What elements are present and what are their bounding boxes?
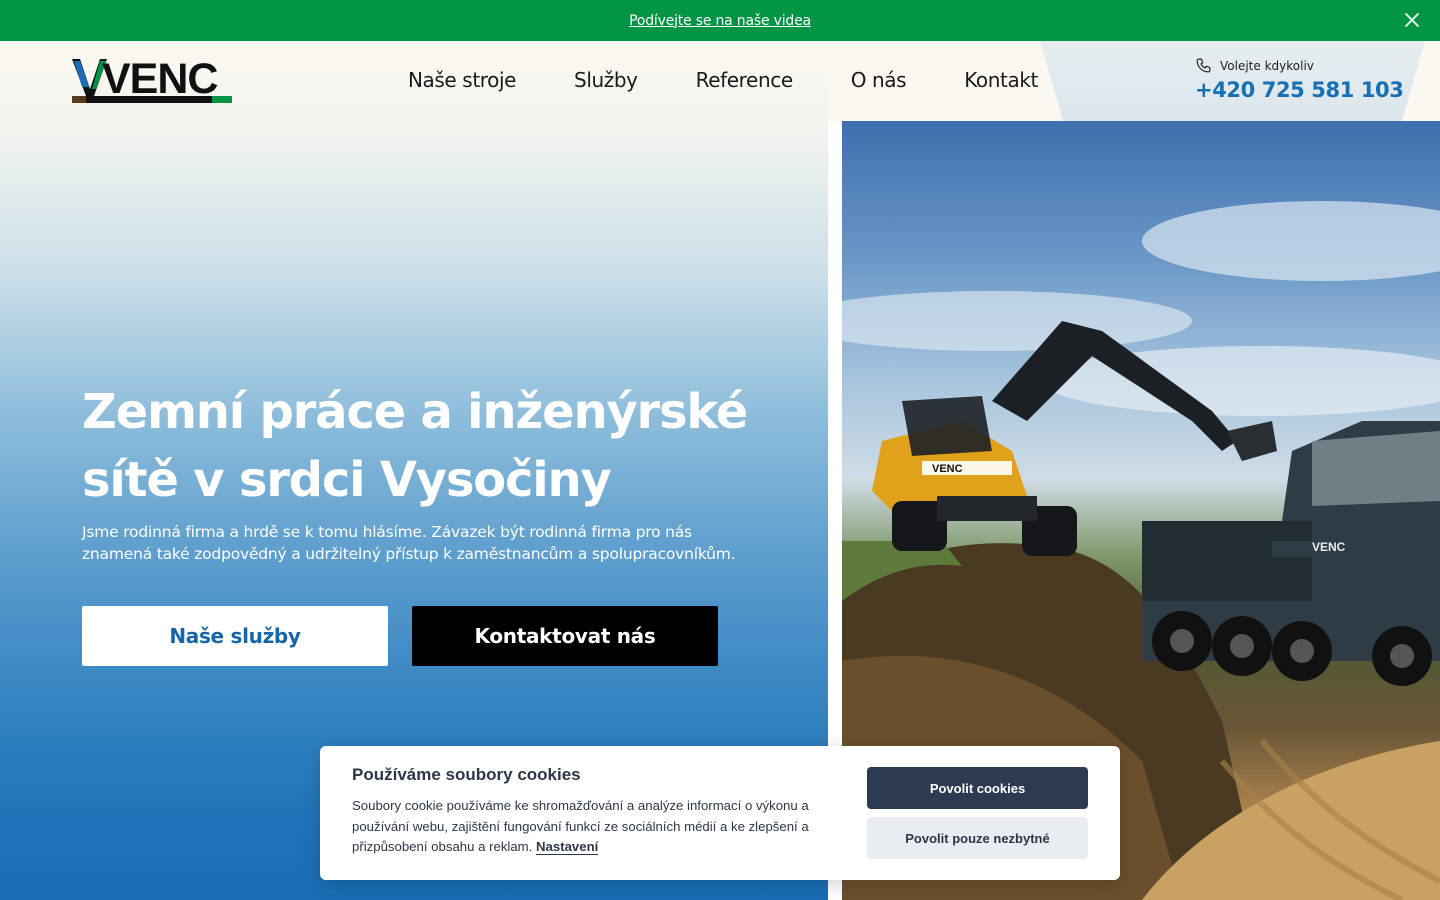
nav-item-services[interactable]: Služby	[574, 68, 638, 92]
phone-number[interactable]: +420 725 581 103	[1195, 78, 1404, 102]
cookie-consent-dialog: Používáme soubory cookies Soubory cookie…	[320, 746, 1120, 880]
phone-label-text: Volejte kdykoliv	[1220, 58, 1314, 73]
videos-link[interactable]: Podívejte se na naše videa	[629, 13, 811, 29]
contact-button[interactable]: Kontaktovat nás	[412, 606, 718, 666]
nav-item-contact[interactable]: Kontakt	[964, 68, 1038, 92]
hero-subtitle: Jsme rodinná firma a hrdě se k tomu hlás…	[82, 523, 736, 563]
nav-item-machines[interactable]: Naše stroje	[408, 68, 516, 92]
cookie-description: Soubory cookie používáme ke shromažďován…	[352, 796, 832, 858]
logo-text: VENC	[102, 55, 218, 103]
accept-cookies-button[interactable]: Povolit cookies	[867, 767, 1088, 809]
cookie-title: Používáme soubory cookies	[352, 765, 581, 784]
phone-label: Volejte kdykoliv	[1195, 57, 1314, 74]
phone-icon	[1196, 58, 1211, 73]
excavator-brand-label: VENC	[932, 463, 963, 475]
top-announcement-bar: Podívejte se na naše videa	[0, 0, 1440, 41]
cookie-settings-link[interactable]: Nastavení	[536, 839, 599, 855]
close-icon[interactable]	[1404, 12, 1420, 28]
services-button[interactable]: Naše služby	[82, 606, 388, 666]
truck-brand-label: VENC	[1312, 540, 1346, 554]
hero-title: Zemní práce a inženýrské sítě v srdci Vy…	[82, 384, 748, 508]
nav-item-references[interactable]: Reference	[696, 68, 794, 92]
accept-necessary-button[interactable]: Povolit pouze nezbytné	[867, 817, 1088, 859]
main-navigation: Naše stroje Služby Reference O nás Konta…	[408, 68, 1038, 92]
nav-item-about[interactable]: O nás	[851, 68, 907, 92]
venc-logo[interactable]: VENC	[72, 55, 232, 103]
